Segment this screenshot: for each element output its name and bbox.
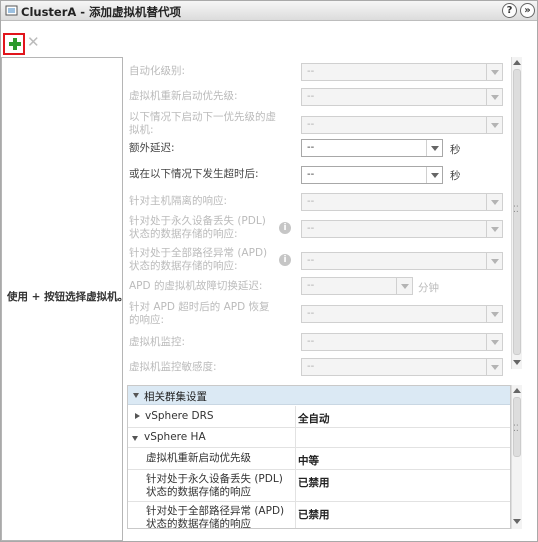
vm-list-empty-message: 使用 + 按钮选择虚拟机。 xyxy=(7,291,129,303)
related-settings-header[interactable]: 相关群集设置 xyxy=(128,386,510,405)
ha-label: vSphere HA xyxy=(144,431,206,443)
chevron-down-icon xyxy=(426,140,442,156)
vm-override-icon xyxy=(5,5,18,16)
vm-monitoring-select[interactable]: -- xyxy=(301,333,503,351)
window-title: ClusterA - 添加虚拟机替代项 xyxy=(21,5,182,19)
chevron-down-icon xyxy=(486,89,502,105)
start-next-priority-label: 以下情况下启动下一优先级的虚拟机: xyxy=(129,111,276,136)
chevron-down-icon xyxy=(486,253,502,269)
drs-label: vSphere DRS xyxy=(145,410,214,422)
automation-level-select[interactable]: -- xyxy=(301,63,503,81)
resize-grip-icon[interactable]: ⁚⁚ xyxy=(513,425,519,434)
ha-apd-label: 针对处于全部路径异常 (APD) 状态的数据存储的响应 xyxy=(146,505,285,529)
ha-restart-priority-row: 虚拟机重新启动优先级 中等 xyxy=(128,448,510,470)
ha-apd-row: 针对处于全部路径异常 (APD) 状态的数据存储的响应 已禁用 xyxy=(128,502,510,529)
apd-response-select[interactable]: -- xyxy=(301,252,503,270)
ha-restart-priority-label: 虚拟机重新启动优先级 xyxy=(146,452,251,464)
collapse-icon xyxy=(132,436,138,441)
chevron-down-icon xyxy=(486,306,502,322)
apd-recovery-label: 针对 APD 超时后的 APD 恢复的响应: xyxy=(129,301,270,326)
add-vm-button[interactable] xyxy=(3,33,25,55)
monitoring-sensitivity-label: 虚拟机监控敏感度: xyxy=(129,361,217,373)
related-cluster-settings: 相关群集设置 vSphere DRS 全自动 vSphere HA 虚拟机重新启… xyxy=(127,385,511,529)
chevron-down-icon xyxy=(486,117,502,133)
vm-monitoring-label: 虚拟机监控: xyxy=(129,336,186,348)
timeout-unit: 秒 xyxy=(450,170,461,182)
form-row-pdl-response: 针对处于永久设备丢失 (PDL) 状态的数据存储的响应: i -- xyxy=(127,215,523,245)
chevron-down-icon xyxy=(486,64,502,80)
ha-restart-priority-value: 中等 xyxy=(298,455,319,467)
additional-delay-input[interactable]: -- xyxy=(301,139,443,157)
timeout-label: 或在以下情况下发生超时后: xyxy=(129,168,259,180)
monitoring-sensitivity-select[interactable]: -- xyxy=(301,358,503,376)
help-button[interactable]: ? xyxy=(502,3,517,18)
title-bar: ClusterA - 添加虚拟机替代项 ? » xyxy=(1,1,537,21)
form-row-apd-failover-delay: APD 的虚拟机故障切换延迟: -- 分钟 xyxy=(127,276,523,298)
ha-pdl-label: 针对处于永久设备丢失 (PDL) 状态的数据存储的响应 xyxy=(146,473,283,498)
pdl-response-select[interactable]: -- xyxy=(301,220,503,238)
ha-pdl-value: 已禁用 xyxy=(298,477,330,489)
chevron-down-icon xyxy=(396,278,412,294)
form-row-monitoring-sensitivity: 虚拟机监控敏感度: -- xyxy=(127,357,523,379)
info-icon[interactable]: i xyxy=(279,254,291,266)
column-divider xyxy=(295,406,296,528)
chevron-down-icon xyxy=(426,167,442,183)
vm-list-panel[interactable]: 使用 + 按钮选择虚拟机。 xyxy=(1,57,128,541)
apd-response-label: 针对处于全部路径异常 (APD) 状态的数据存储的响应: xyxy=(129,247,268,272)
ha-apd-value: 已禁用 xyxy=(298,509,330,521)
info-icon[interactable]: i xyxy=(279,222,291,234)
chevron-down-icon xyxy=(486,221,502,237)
drs-value: 全自动 xyxy=(298,413,330,425)
ha-row[interactable]: vSphere HA xyxy=(128,428,510,448)
host-isolation-label: 针对主机隔离的响应: xyxy=(129,195,228,207)
delete-icon[interactable]: ✕ xyxy=(27,35,41,50)
additional-delay-unit: 秒 xyxy=(450,144,461,156)
form-row-start-next-priority: 以下情况下启动下一优先级的虚拟机: -- xyxy=(127,111,523,141)
scroll-down-icon[interactable] xyxy=(513,360,521,365)
dialog-window: ClusterA - 添加虚拟机替代项 ? » ✕ 使用 + 按钮选择虚拟机。 … xyxy=(0,0,538,542)
form-row-automation-level: 自动化级别: -- xyxy=(127,61,523,83)
scroll-down-icon[interactable] xyxy=(513,519,521,524)
related-scrollbar[interactable] xyxy=(511,385,522,529)
chevron-down-icon xyxy=(486,359,502,375)
pdl-response-label: 针对处于永久设备丢失 (PDL) 状态的数据存储的响应: xyxy=(129,215,266,240)
apd-recovery-select[interactable]: -- xyxy=(301,305,503,323)
apd-failover-delay-label: APD 的虚拟机故障切换延迟: xyxy=(129,280,263,292)
start-next-priority-select[interactable]: -- xyxy=(301,116,503,134)
scroll-up-icon[interactable] xyxy=(513,388,521,393)
form-row-timeout: 或在以下情况下发生超时后: -- 秒 xyxy=(127,164,523,186)
expand-icon xyxy=(135,413,140,419)
form-row-host-isolation: 针对主机隔离的响应: -- xyxy=(127,191,523,213)
drs-row[interactable]: vSphere DRS 全自动 xyxy=(128,406,510,428)
related-settings-title: 相关群集设置 xyxy=(144,391,207,403)
resize-grip-icon[interactable]: ⁚⁚ xyxy=(513,206,519,215)
additional-delay-label: 额外延迟: xyxy=(129,142,175,154)
timeout-input[interactable]: -- xyxy=(301,166,443,184)
override-form: 自动化级别: -- 虚拟机重新启动优先级: -- 以下情况下启动下一优先级的虚拟… xyxy=(127,57,523,383)
collapse-icon xyxy=(133,393,139,398)
automation-level-label: 自动化级别: xyxy=(129,65,186,77)
form-row-vm-monitoring: 虚拟机监控: -- xyxy=(127,332,523,354)
form-row-additional-delay: 额外延迟: -- 秒 xyxy=(127,138,523,160)
form-row-restart-priority: 虚拟机重新启动优先级: -- xyxy=(127,86,523,108)
toolbar: ✕ xyxy=(1,21,537,59)
form-row-apd-response: 针对处于全部路径异常 (APD) 状态的数据存储的响应: i -- xyxy=(127,247,523,277)
scroll-up-icon[interactable] xyxy=(513,60,521,65)
apd-failover-delay-unit: 分钟 xyxy=(418,282,439,294)
host-isolation-select[interactable]: -- xyxy=(301,193,503,211)
menu-button[interactable]: » xyxy=(520,3,535,18)
restart-priority-select[interactable]: -- xyxy=(301,88,503,106)
apd-failover-delay-input[interactable]: -- xyxy=(301,277,413,295)
chevron-down-icon xyxy=(486,334,502,350)
chevron-down-icon xyxy=(486,194,502,210)
form-row-apd-recovery: 针对 APD 超时后的 APD 恢复的响应: -- xyxy=(127,301,523,331)
restart-priority-label: 虚拟机重新启动优先级: xyxy=(129,90,238,102)
ha-pdl-row: 针对处于永久设备丢失 (PDL) 状态的数据存储的响应 已禁用 xyxy=(128,470,510,502)
